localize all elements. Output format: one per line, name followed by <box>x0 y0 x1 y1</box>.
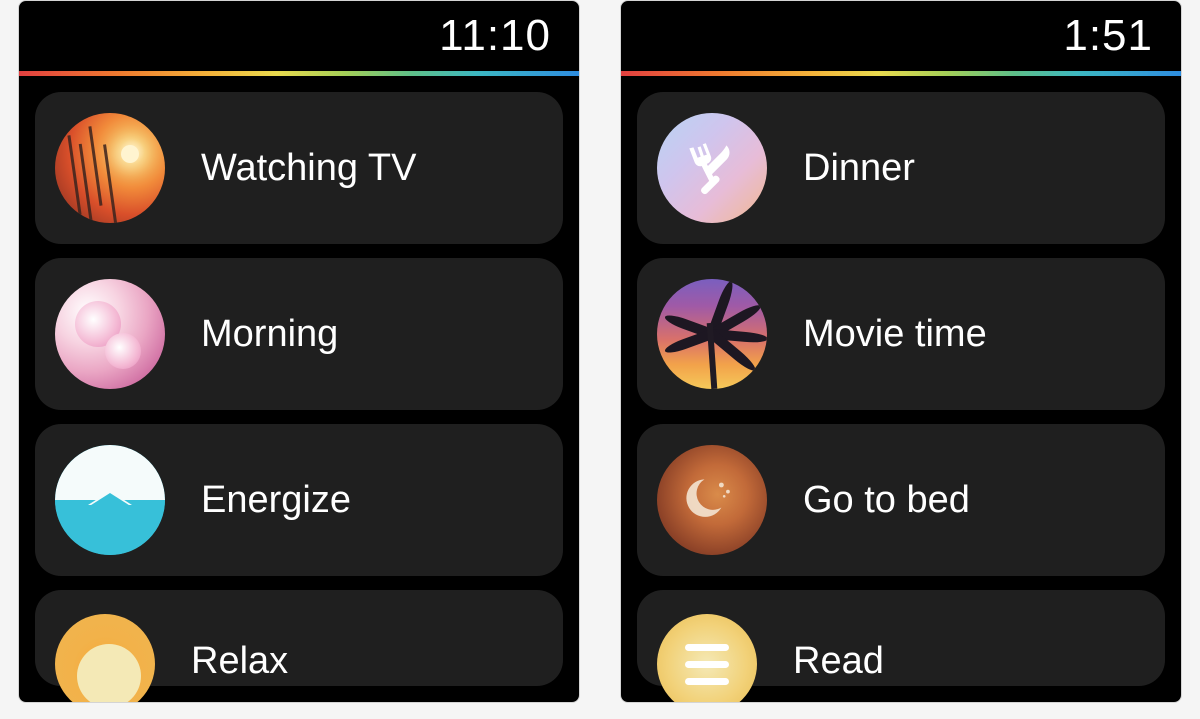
energize-icon <box>55 445 165 555</box>
scene-morning[interactable]: Morning <box>35 258 563 410</box>
watch-screen-1: 11:10 Watching TV Morning Energize Relax <box>18 0 580 703</box>
dinner-icon <box>657 113 767 223</box>
scene-label: Watching TV <box>201 147 416 190</box>
screenshot-pair: 11:10 Watching TV Morning Energize Relax <box>0 0 1200 703</box>
read-icon <box>657 614 757 703</box>
scene-read[interactable]: Read <box>637 590 1165 686</box>
clock-time: 1:51 <box>1063 11 1153 61</box>
scene-list: Watching TV Morning Energize Relax <box>19 76 579 686</box>
scene-dinner[interactable]: Dinner <box>637 92 1165 244</box>
blossom-icon <box>55 279 165 389</box>
clock-time: 11:10 <box>439 11 551 61</box>
scene-label: Go to bed <box>803 479 970 522</box>
scene-label: Morning <box>201 313 338 356</box>
moon-icon <box>657 445 767 555</box>
scene-watching-tv[interactable]: Watching TV <box>35 92 563 244</box>
scene-go-to-bed[interactable]: Go to bed <box>637 424 1165 576</box>
scene-label: Dinner <box>803 147 915 190</box>
scene-list: Dinner Movie time Go to bed <box>621 76 1181 686</box>
scene-relax[interactable]: Relax <box>35 590 563 686</box>
palm-icon <box>657 279 767 389</box>
scene-label: Read <box>793 614 884 683</box>
status-bar: 1:51 <box>621 1 1181 71</box>
scene-label: Relax <box>191 614 288 683</box>
sunset-icon <box>55 113 165 223</box>
scene-energize[interactable]: Energize <box>35 424 563 576</box>
scene-label: Movie time <box>803 313 987 356</box>
status-bar: 11:10 <box>19 1 579 71</box>
watch-screen-2: 1:51 Dinner Movie time <box>620 0 1182 703</box>
scene-movie-time[interactable]: Movie time <box>637 258 1165 410</box>
scene-label: Energize <box>201 479 351 522</box>
relax-icon <box>55 614 155 703</box>
